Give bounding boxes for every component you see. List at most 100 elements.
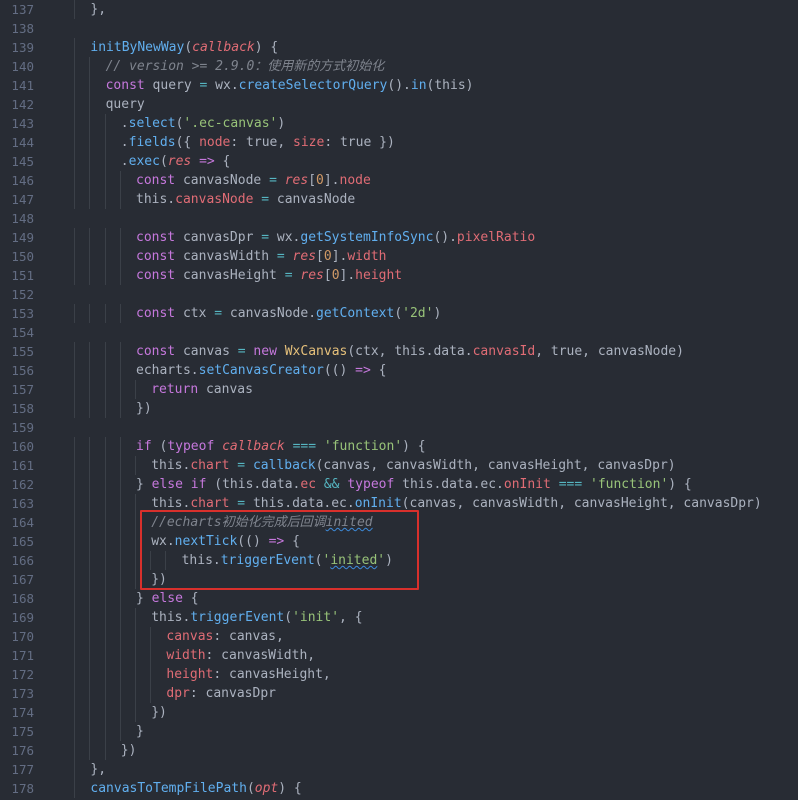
code-line[interactable]: 169 this.triggerEvent('init', { bbox=[0, 608, 798, 627]
code-line[interactable]: 137}, bbox=[0, 0, 798, 19]
code-line[interactable]: 157 return canvas bbox=[0, 380, 798, 399]
code-line[interactable]: 162} else if (this.data.ec && typeof thi… bbox=[0, 475, 798, 494]
code-line[interactable]: 170 canvas: canvas, bbox=[0, 627, 798, 646]
code-content: } bbox=[136, 722, 144, 741]
code-editor[interactable]: 137}, 138 139 initByNewWay(callback) {140//… bbox=[0, 0, 798, 800]
code-token: canvasHeight bbox=[175, 268, 285, 283]
line-number: 173 bbox=[11, 686, 34, 701]
code-line[interactable]: 147 this.canvasNode = canvasNode bbox=[0, 190, 798, 209]
indent-guide bbox=[119, 589, 121, 608]
code-line[interactable]: 175} bbox=[0, 722, 798, 741]
code-token: => bbox=[355, 363, 371, 378]
code-token: (). bbox=[387, 78, 411, 93]
code-token: this.data.ec. bbox=[245, 496, 355, 511]
indent-guide bbox=[119, 171, 121, 190]
code-token: ( bbox=[246, 781, 255, 796]
indent-guide bbox=[119, 228, 121, 247]
indent-guide bbox=[74, 304, 76, 323]
line-number: 153 bbox=[11, 306, 34, 321]
code-line[interactable]: 176}) bbox=[0, 741, 798, 760]
indent-guide bbox=[74, 608, 76, 627]
indent-guide bbox=[104, 646, 106, 665]
indent-guide bbox=[89, 228, 91, 247]
code-token: : canvas, bbox=[213, 629, 284, 644]
code-token: height bbox=[355, 268, 403, 283]
code-line[interactable]: 160 if (typeof callback === 'function') { bbox=[0, 437, 798, 456]
line-number: 150 bbox=[11, 249, 34, 264]
code-line[interactable]: 150 const canvasWidth = res[0].width bbox=[0, 247, 798, 266]
indent-guide bbox=[89, 152, 91, 171]
code-line[interactable]: 139 initByNewWay(callback) { bbox=[0, 38, 798, 57]
code-token: ) { bbox=[668, 477, 692, 492]
code-line[interactable]: 153 const ctx = canvasNode.getContext('2d… bbox=[0, 304, 798, 323]
code-line[interactable]: 148 bbox=[0, 209, 798, 228]
code-line[interactable]: 143 .select('.ec-canvas') bbox=[0, 114, 798, 133]
code-line[interactable]: 172 height: canvasHeight, bbox=[0, 665, 798, 684]
code-line[interactable]: 178 canvasToTempFilePath(opt) { bbox=[0, 779, 798, 798]
code-token: 'init' bbox=[292, 610, 340, 625]
code-line[interactable]: 140 // version >= 2.9.0：使用新的方式初始化 bbox=[0, 57, 798, 76]
indent-guide bbox=[135, 703, 136, 722]
code-token: === bbox=[292, 439, 317, 454]
code-line[interactable]: 156 echarts.setCanvasCreator(() => { bbox=[0, 361, 798, 380]
line-number: 141 bbox=[11, 78, 34, 93]
code-line[interactable]: 146 const canvasNode = res[0].node bbox=[0, 171, 798, 190]
code-line[interactable]: 154 bbox=[0, 323, 798, 342]
indent-guide bbox=[119, 456, 121, 475]
code-line[interactable]: 174}) bbox=[0, 703, 798, 722]
code-line[interactable]: 141 const query = wx.createSelectorQuery(… bbox=[0, 76, 798, 95]
code-line[interactable]: 142 query bbox=[0, 95, 798, 114]
code-token: (canvas, canvasWidth, canvasHeight, canv… bbox=[401, 496, 762, 511]
code-token: . bbox=[120, 154, 129, 169]
indent-guide bbox=[104, 152, 106, 171]
code-token: node bbox=[339, 173, 371, 188]
indent-guide bbox=[135, 551, 136, 570]
indent-guide bbox=[104, 266, 106, 285]
code-line[interactable]: 151 const canvasHeight = res[0].height bbox=[0, 266, 798, 285]
code-line[interactable]: 177}, bbox=[0, 760, 798, 779]
code-line[interactable]: 173 dpr: canvasDpr bbox=[0, 684, 798, 703]
code-token: fields bbox=[128, 135, 176, 150]
code-token: ec bbox=[300, 477, 317, 492]
code-line[interactable]: 158}) bbox=[0, 399, 798, 418]
code-content: .fields({ node: true, size: true }) bbox=[121, 133, 395, 152]
line-number: 159 bbox=[11, 420, 34, 435]
indent-guide bbox=[74, 627, 76, 646]
indent-guide bbox=[150, 627, 152, 646]
indent-guide bbox=[119, 361, 121, 380]
line-number: 172 bbox=[11, 667, 34, 682]
code-token: onInit bbox=[503, 477, 551, 492]
indent-guide bbox=[74, 551, 76, 570]
line-number: 160 bbox=[11, 439, 34, 454]
code-token: createSelectorQuery bbox=[238, 78, 388, 93]
code-line[interactable]: 138 bbox=[0, 19, 798, 38]
code-line[interactable]: 152 bbox=[0, 285, 798, 304]
line-number: 163 bbox=[11, 496, 34, 511]
code-token: res bbox=[284, 173, 309, 188]
code-content: initByNewWay(callback) { bbox=[90, 38, 278, 57]
code-line[interactable]: 159 bbox=[0, 418, 798, 437]
code-line[interactable]: 155 const canvas = new WxCanvas(ctx, this… bbox=[0, 342, 798, 361]
indent-guide bbox=[135, 570, 136, 589]
indent-guide bbox=[89, 57, 91, 76]
code-token: wx. bbox=[207, 78, 239, 93]
code-token: width bbox=[347, 249, 387, 264]
code-token: , { bbox=[339, 610, 363, 625]
code-line[interactable]: 144 .fields({ node: true, size: true }) bbox=[0, 133, 798, 152]
code-line[interactable]: 145 .exec(res => { bbox=[0, 152, 798, 171]
code-token: 'function' bbox=[590, 477, 669, 492]
code-line[interactable]: 171 width: canvasWidth, bbox=[0, 646, 798, 665]
indent-guide bbox=[104, 627, 106, 646]
indent-guide bbox=[89, 684, 91, 703]
code-token: in bbox=[410, 78, 427, 93]
code-line[interactable]: 149 const canvasDpr = wx.getSystemInfoSyn… bbox=[0, 228, 798, 247]
code-line[interactable]: 161 this.chart = callback(canvas, canvasW… bbox=[0, 456, 798, 475]
indent-guide bbox=[104, 570, 106, 589]
code-line[interactable]: 168} else { bbox=[0, 589, 798, 608]
code-token: res bbox=[300, 268, 324, 283]
line-number: 138 bbox=[11, 21, 34, 36]
code-content: } else { bbox=[136, 589, 199, 608]
